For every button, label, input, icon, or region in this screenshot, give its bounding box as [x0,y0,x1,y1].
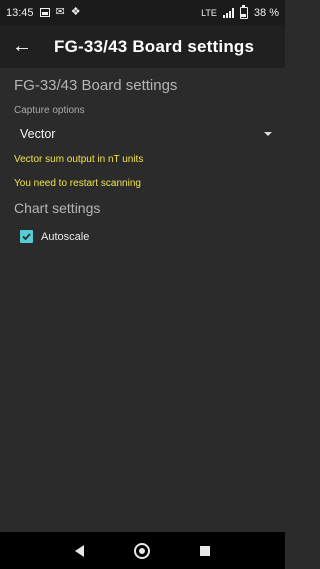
app-title: FG-33/43 Board settings [54,36,255,56]
autoscale-checkbox[interactable] [20,230,33,243]
nav-back-icon[interactable] [75,544,84,557]
status-right: LTE 38 % [201,4,279,19]
chart-settings-heading: Chart settings [14,200,101,216]
app-bar: ← FG-33/43 Board settings [0,25,285,68]
navigation-bar [0,532,285,569]
dropbox-icon: ❖ [70,6,81,18]
status-left: 13:45 ✉ ❖ [6,7,81,19]
gallery-icon [39,8,50,17]
capture-options-label: Capture options [14,105,85,116]
back-button[interactable]: ← [0,25,44,68]
arrow-back-icon: ← [12,35,32,57]
mail-icon: ✉ [55,6,65,18]
restart-warning: You need to restart scanning [14,178,141,189]
checkmark-icon [22,233,31,241]
status-bar: 13:45 ✉ ❖ LTE 38 % [0,0,285,25]
settings-content: FG-33/43 Board settings Capture options … [0,68,285,532]
autoscale-label: Autoscale [41,230,90,243]
nav-home-icon[interactable] [134,542,150,559]
signal-icon [222,7,234,18]
battery-icon [239,4,248,19]
battery-level: 38 % [253,6,279,19]
vector-sum-info: Vector sum output in nT units [14,154,144,165]
status-time: 13:45 [6,6,34,19]
nav-recent-icon[interactable] [200,545,210,556]
chevron-down-icon [264,132,272,136]
network-type: LTE [201,7,217,18]
capture-options-dropdown[interactable]: Vector [14,122,276,146]
autoscale-row[interactable]: Autoscale [20,230,89,243]
capture-options-value: Vector [20,127,56,141]
screen-title: FG-33/43 Board settings [14,77,178,94]
